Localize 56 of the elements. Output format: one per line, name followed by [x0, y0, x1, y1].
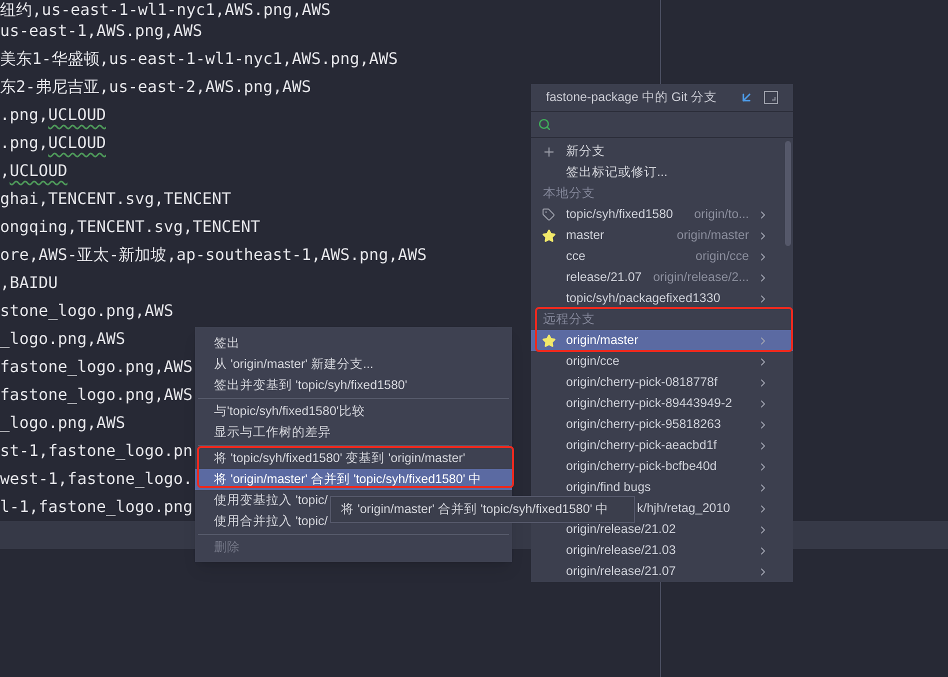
star-icon [542, 334, 556, 348]
menu-item[interactable]: 签出并变基到 'topic/syh/fixed1580' [195, 375, 512, 396]
code-text: us-east-1,AWS.png,AWS [0, 20, 202, 42]
flagged-word: UCLOUD [48, 132, 106, 154]
code-text: west-1,fastone_logo. [0, 468, 193, 490]
branch-item[interactable]: release/21.07 origin/release/2... [531, 267, 793, 288]
branch-item[interactable]: origin/cherry-pick-0818778f [531, 372, 793, 393]
code-text: _logo.png,AWS [0, 328, 126, 350]
branch-item[interactable]: master origin/master [531, 225, 793, 246]
code-text: st-1,fastone_logo.pn [0, 440, 193, 462]
menu-item[interactable]: 显示与工作树的差异 [195, 422, 512, 443]
code-text: l-1,fastone_logo.png [0, 496, 193, 518]
code-text: .png, [0, 104, 48, 126]
search-icon [538, 118, 551, 131]
menu-item[interactable]: 与'topic/syh/fixed1580'比较 [195, 401, 512, 422]
branch-item[interactable]: origin/cherry-pick-89443949-2 [531, 393, 793, 414]
branch-item[interactable]: origin/release/21.03 [531, 540, 793, 561]
tag-icon [542, 208, 555, 221]
code-text: 东2-弗尼吉亚,us-east-2,AWS.png,AWS [0, 76, 312, 98]
code-text: ghai,TENCENT.svg,TENCENT [0, 188, 232, 210]
menu-item[interactable]: 将 'origin/master' 合并到 'topic/syh/fixed1580' 中 [195, 469, 512, 490]
branch-item[interactable]: origin/master [531, 330, 793, 351]
branch-item[interactable]: cce origin/cce [531, 246, 793, 267]
action-item[interactable]: 签出标记或修订... [531, 162, 793, 183]
star-icon [542, 228, 556, 242]
branch-item[interactable]: origin/find bugs [531, 477, 793, 498]
tooltip: 将 'origin/master' 合并到 'topic/syh/fixed1580' 中 [330, 496, 635, 523]
code-text: ore,AWS-亚太-新加坡,ap-southeast-1,AWS.png,AWS [0, 244, 427, 266]
code-text: .png, [0, 132, 48, 154]
code-text: stone_logo.png,AWS [0, 300, 174, 322]
branch-item[interactable]: origin/release/21.07 [531, 561, 793, 582]
branch-item[interactable]: topic/syh/packagefixed1330 [531, 288, 793, 309]
branch-item[interactable]: origin/cherry-pick-aeacbd1f [531, 435, 793, 456]
branch-item[interactable]: topic/syh/fixed1580 origin/to... [531, 204, 793, 225]
code-text: 美东1-华盛顿,us-east-1-wl1-nyc1,AWS.png,AWS [0, 48, 398, 70]
popup-title: fastone-package 中的 Git 分支 [546, 89, 717, 106]
menu-item[interactable]: 将 'topic/syh/fixed1580' 变基到 'origin/master' [195, 448, 512, 469]
action-item[interactable]: 新分支 [531, 141, 793, 162]
plus-icon [542, 144, 556, 158]
window-icon[interactable] [764, 91, 778, 104]
branch-item[interactable]: origin/cherry-pick-95818263 [531, 414, 793, 435]
code-text: , [0, 160, 10, 182]
code-text: fastone_logo.png,AWS [0, 356, 193, 378]
section-header: 本地分支 [542, 185, 595, 202]
flagged-word: UCLOUD [48, 104, 106, 126]
code-text: _logo.png,AWS [0, 412, 126, 434]
code-text: fastone_logo.png,AWS [0, 384, 193, 406]
branch-item[interactable]: origin/cce [531, 351, 793, 372]
branch-item[interactable]: origin/cherry-pick-bcfbe40d [531, 456, 793, 477]
menu-item[interactable]: 从 'origin/master' 新建分支... [195, 354, 512, 375]
flagged-word: UCLOUD [10, 160, 68, 182]
code-text: ,BAIDU [0, 272, 58, 294]
code-text: 纽约,us-east-1-wl1-nyc1,AWS.png,AWS [0, 0, 331, 17]
section-header: 远程分支 [542, 311, 595, 328]
menu-item[interactable]: 签出 [195, 333, 512, 354]
code-text: ongqing,TENCENT.svg,TENCENT [0, 216, 260, 238]
